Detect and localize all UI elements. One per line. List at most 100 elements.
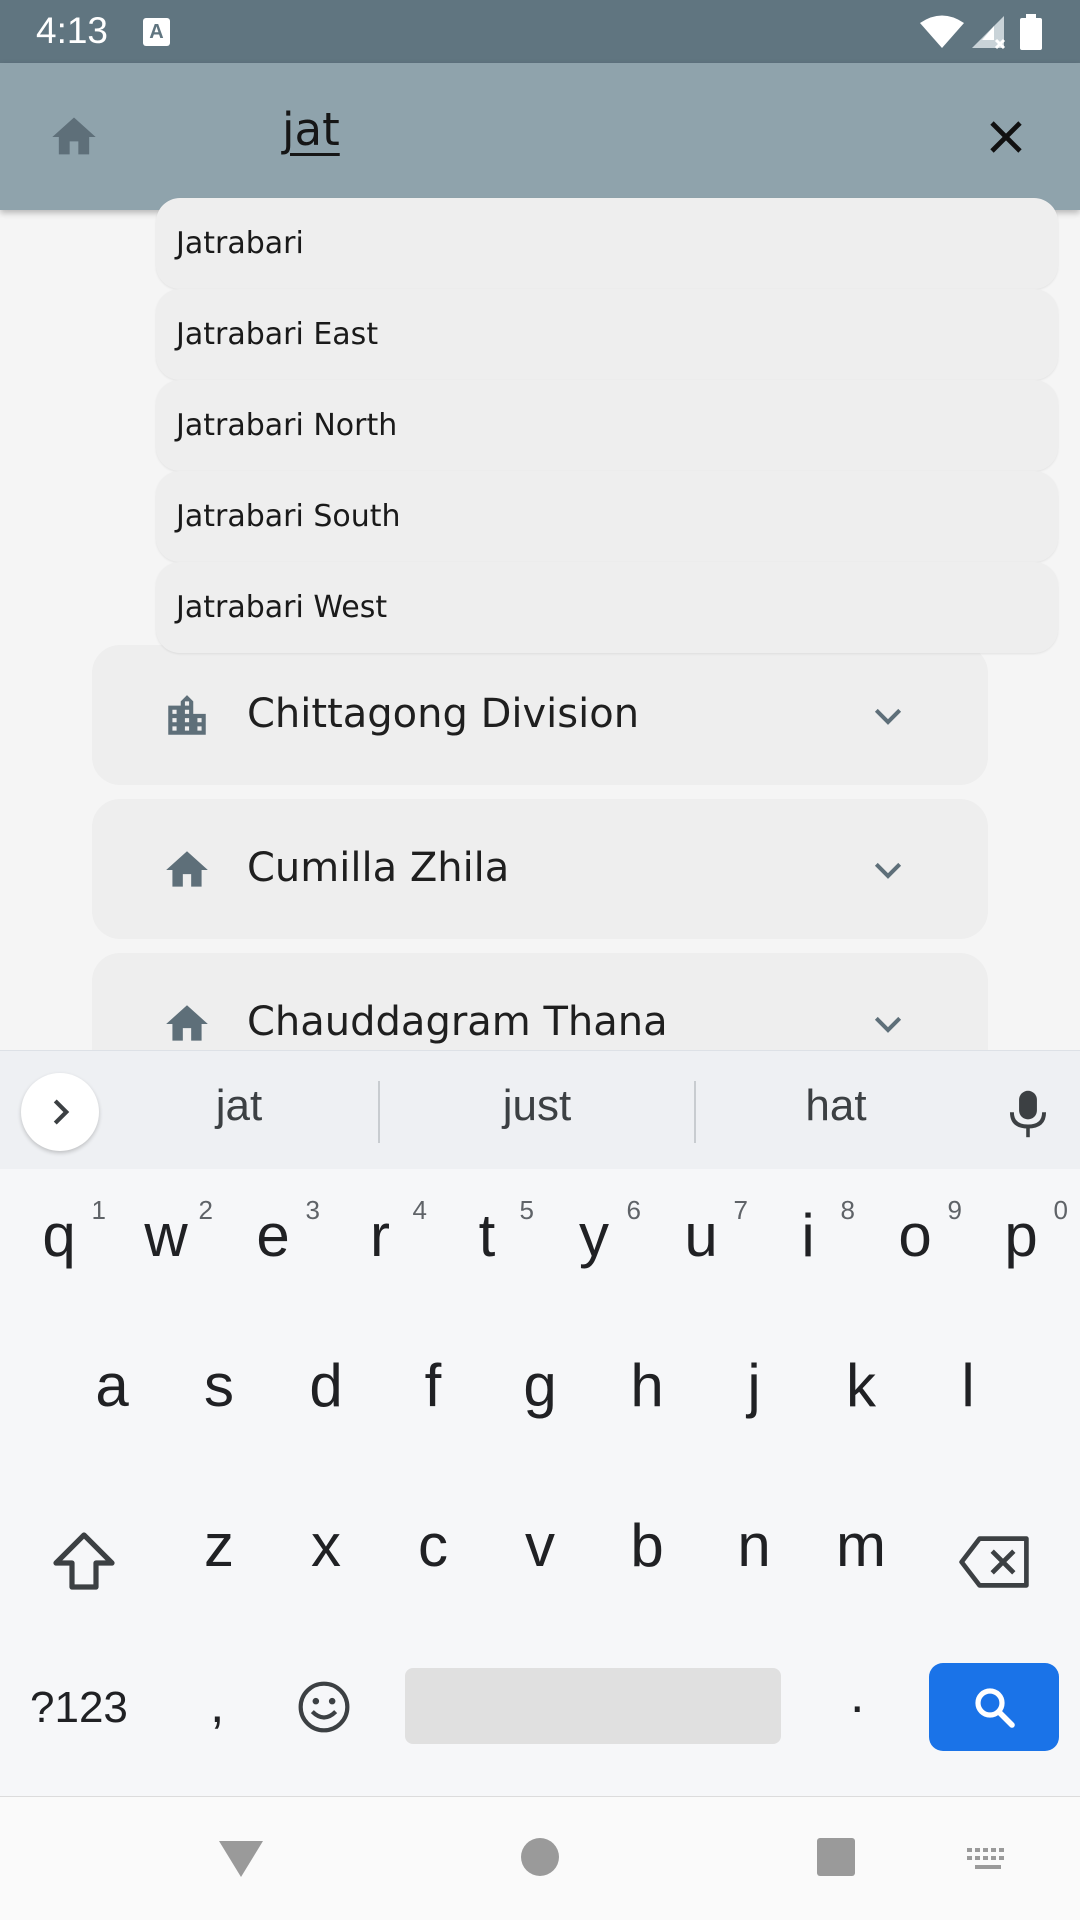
- key-g[interactable]: g: [487, 1351, 593, 1420]
- battery-icon: [1020, 14, 1042, 50]
- key-number: 6: [626, 1195, 641, 1225]
- key-y[interactable]: y6: [541, 1195, 647, 1270]
- zhila-card[interactable]: Cumilla Zhila: [92, 799, 988, 939]
- key-char: j: [747, 1352, 761, 1419]
- key-char: h: [630, 1352, 664, 1419]
- status-time: 4:13: [36, 10, 109, 51]
- key-number: 1: [91, 1195, 106, 1225]
- key-number: 3: [305, 1195, 320, 1225]
- key-number: 5: [519, 1195, 534, 1225]
- home-icon: [166, 1005, 208, 1041]
- key-x[interactable]: x: [273, 1511, 379, 1580]
- key-i[interactable]: i8: [755, 1195, 861, 1270]
- home-icon[interactable]: [48, 111, 100, 163]
- back-icon[interactable]: [216, 1835, 266, 1881]
- suggestion-item[interactable]: Jatrabari North: [156, 380, 1058, 471]
- wifi-icon: [920, 15, 964, 48]
- key-s[interactable]: s: [166, 1351, 272, 1420]
- key-r[interactable]: r4: [327, 1195, 433, 1270]
- comma-key[interactable]: ,: [210, 1675, 224, 1735]
- suggestion-label: Jatrabari: [176, 226, 304, 261]
- app-bar: jat: [0, 63, 1080, 210]
- backspace-icon[interactable]: [958, 1535, 1030, 1589]
- mic-icon[interactable]: [1006, 1089, 1050, 1139]
- key-char: d: [309, 1352, 343, 1419]
- card-label: Chittagong Division: [247, 691, 640, 737]
- period-key[interactable]: .: [850, 1665, 864, 1725]
- city-icon: [168, 695, 206, 735]
- suggestion-item[interactable]: Jatrabari South: [156, 471, 1058, 562]
- search-input[interactable]: jat: [282, 103, 340, 156]
- key-number: 7: [733, 1195, 748, 1225]
- key-number: 8: [840, 1195, 855, 1225]
- keyboard-suggestion[interactable]: hat: [736, 1081, 936, 1131]
- key-char: n: [737, 1512, 771, 1579]
- key-j[interactable]: j: [701, 1351, 807, 1420]
- status-bar: 4:13 A: [0, 0, 1080, 63]
- keyboard-hide-icon[interactable]: [966, 1847, 1010, 1877]
- chevron-down-icon[interactable]: [868, 851, 908, 891]
- search-button[interactable]: [929, 1663, 1059, 1751]
- suggestion-label: Jatrabari North: [176, 408, 398, 443]
- close-icon[interactable]: [982, 113, 1030, 161]
- key-char: s: [204, 1352, 234, 1419]
- suggestion-label: Jatrabari East: [176, 317, 379, 352]
- shift-icon[interactable]: [52, 1531, 116, 1591]
- suggestion-label: Jatrabari West: [176, 590, 388, 625]
- key-l[interactable]: l: [915, 1351, 1021, 1420]
- card-label: Cumilla Zhila: [247, 845, 510, 891]
- key-n[interactable]: n: [701, 1511, 807, 1580]
- key-char: a: [95, 1352, 129, 1419]
- symbols-key[interactable]: ?123: [30, 1683, 128, 1733]
- search-icon: [975, 1688, 1015, 1728]
- suggestion-item[interactable]: Jatrabari: [156, 198, 1058, 289]
- division-card[interactable]: Chittagong Division: [92, 645, 988, 785]
- suggestion-item[interactable]: Jatrabari West: [156, 562, 1058, 653]
- suggestion-item[interactable]: Jatrabari East: [156, 289, 1058, 380]
- space-bar[interactable]: [405, 1668, 781, 1744]
- key-q[interactable]: q1: [6, 1195, 112, 1270]
- divider: [694, 1081, 696, 1143]
- key-v[interactable]: v: [487, 1511, 593, 1580]
- key-d[interactable]: d: [273, 1351, 379, 1420]
- suggestion-list: Jatrabari Jatrabari East Jatrabari North…: [156, 198, 1058, 653]
- key-char: g: [523, 1352, 557, 1419]
- key-char: k: [846, 1352, 876, 1419]
- key-h[interactable]: h: [594, 1351, 700, 1420]
- key-u[interactable]: u7: [648, 1195, 754, 1270]
- keyboard-suggestion[interactable]: jat: [139, 1081, 339, 1131]
- key-t[interactable]: t5: [434, 1195, 540, 1270]
- key-o[interactable]: o9: [862, 1195, 968, 1270]
- key-e[interactable]: e3: [220, 1195, 326, 1270]
- home-nav-icon[interactable]: [518, 1835, 562, 1879]
- key-w[interactable]: w2: [113, 1195, 219, 1270]
- chevron-right-icon: [53, 1099, 70, 1125]
- key-a[interactable]: a: [59, 1351, 165, 1420]
- key-char: b: [630, 1512, 664, 1579]
- key-char: c: [418, 1512, 448, 1579]
- key-k[interactable]: k: [808, 1351, 914, 1420]
- suggestion-label: Jatrabari South: [176, 499, 401, 534]
- key-z[interactable]: z: [166, 1511, 272, 1580]
- key-number: 2: [198, 1195, 213, 1225]
- key-c[interactable]: c: [380, 1511, 486, 1580]
- card-label: Chauddagram Thana: [247, 999, 668, 1045]
- key-char: l: [961, 1352, 975, 1419]
- key-number: 0: [1053, 1195, 1068, 1225]
- key-m[interactable]: m: [808, 1511, 914, 1580]
- key-char: f: [424, 1352, 442, 1419]
- chevron-down-icon[interactable]: [868, 697, 908, 737]
- notification-icon: A: [143, 18, 170, 46]
- key-number: 4: [412, 1195, 427, 1225]
- key-b[interactable]: b: [594, 1511, 700, 1580]
- key-char: z: [204, 1512, 234, 1579]
- emoji-icon[interactable]: [296, 1679, 352, 1735]
- recents-icon[interactable]: [814, 1835, 858, 1879]
- expand-button[interactable]: [21, 1073, 99, 1151]
- chevron-down-icon[interactable]: [868, 1005, 908, 1045]
- key-char: m: [836, 1512, 886, 1579]
- key-f[interactable]: f: [380, 1351, 486, 1420]
- key-p[interactable]: p0: [968, 1195, 1074, 1270]
- key-char: x: [311, 1512, 341, 1579]
- keyboard-suggestion[interactable]: just: [437, 1081, 637, 1131]
